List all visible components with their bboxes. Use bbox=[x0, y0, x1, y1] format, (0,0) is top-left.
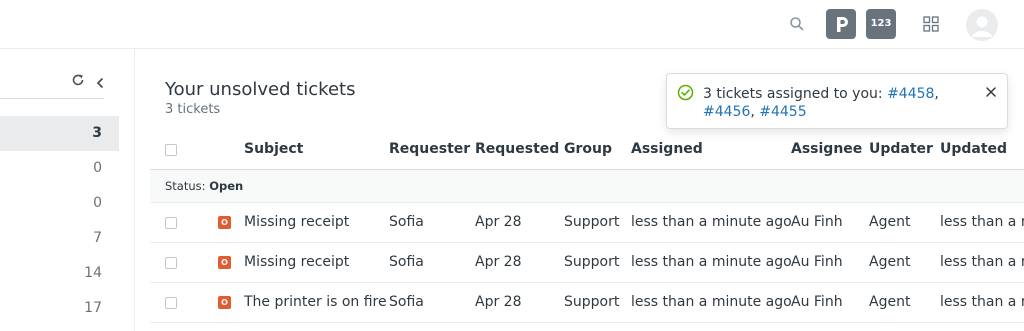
ticket-link-4455[interactable]: #4455 bbox=[759, 104, 806, 120]
sidebar-view-count[interactable]: 3 bbox=[0, 116, 119, 151]
column-header-updater[interactable]: Updater bbox=[869, 141, 933, 157]
toast-separator: , bbox=[750, 104, 755, 120]
group-header bbox=[150, 170, 1024, 203]
row-checkbox[interactable] bbox=[165, 297, 177, 309]
view-count: 0 bbox=[93, 160, 102, 176]
ticket-subject-link[interactable]: Missing receipt bbox=[244, 254, 349, 270]
updated-cell: less than a m bbox=[940, 254, 1024, 270]
updater-cell: Agent bbox=[869, 294, 911, 310]
ticket-link-4458[interactable]: #4458 bbox=[887, 86, 934, 102]
app-badge-button[interactable]: 123 bbox=[866, 9, 896, 39]
column-header-assigned[interactable]: Assigned bbox=[631, 141, 703, 157]
sidebar-view-count[interactable]: 7 bbox=[0, 221, 119, 256]
close-icon[interactable] bbox=[985, 86, 997, 98]
requested-cell: Apr 28 bbox=[475, 214, 522, 230]
view-count: 14 bbox=[84, 265, 102, 281]
user-avatar-icon[interactable] bbox=[966, 9, 998, 41]
assignee-cell: Au Finh bbox=[791, 214, 843, 230]
column-header-updated[interactable]: Updated bbox=[940, 141, 1007, 157]
ticket-link-4456[interactable]: #4456 bbox=[703, 104, 750, 120]
group-cell: Support bbox=[564, 254, 620, 270]
row-checkbox[interactable] bbox=[165, 217, 177, 229]
search-icon[interactable] bbox=[788, 15, 806, 33]
sidebar-view-count[interactable]: 0 bbox=[0, 151, 119, 186]
column-header-requested[interactable]: Requested bbox=[475, 141, 559, 157]
updated-cell: less than a m bbox=[940, 214, 1024, 230]
product-tray-p-icon[interactable] bbox=[826, 9, 856, 39]
updater-cell: Agent bbox=[869, 254, 911, 270]
group-cell: Support bbox=[564, 294, 620, 310]
assigned-cell: less than a minute ago bbox=[631, 214, 792, 230]
assigned-cell: less than a minute ago bbox=[631, 254, 792, 270]
column-header-subject[interactable]: Subject bbox=[244, 141, 303, 157]
requested-cell: Apr 28 bbox=[475, 294, 522, 310]
grid-icon[interactable] bbox=[922, 15, 940, 33]
ticket-subject-link[interactable]: The printer is on fire bbox=[244, 294, 387, 310]
assignee-cell: Au Finh bbox=[791, 294, 843, 310]
check-circle-icon bbox=[677, 84, 694, 101]
column-header-group[interactable]: Group bbox=[564, 141, 612, 157]
updater-cell: Agent bbox=[869, 214, 911, 230]
success-toast: 3 tickets assigned to you: #4458, #4456,… bbox=[666, 73, 1008, 129]
row-checkbox[interactable] bbox=[165, 257, 177, 269]
views-sidebar: 3 0 0 7 14 17 bbox=[0, 49, 135, 331]
column-header-assignee[interactable]: Assignee bbox=[791, 141, 862, 157]
group-cell: Support bbox=[564, 214, 620, 230]
column-header-requester[interactable]: Requester bbox=[389, 141, 470, 157]
ticket-subject-link[interactable]: Missing receipt bbox=[244, 214, 349, 230]
ticket-count: 3 tickets bbox=[165, 102, 221, 117]
top-bar: 123 bbox=[0, 0, 1024, 49]
select-all-checkbox[interactable] bbox=[165, 144, 177, 156]
requested-cell: Apr 28 bbox=[475, 254, 522, 270]
requester-cell: Sofia bbox=[389, 294, 424, 310]
toast-message-text: 3 tickets assigned to you: bbox=[703, 86, 883, 102]
group-prefix: Status: bbox=[165, 179, 206, 193]
view-count: 0 bbox=[93, 195, 102, 211]
status-badge: O bbox=[218, 256, 231, 269]
group-value: Open bbox=[209, 179, 244, 193]
sidebar-divider bbox=[0, 98, 104, 99]
toast-message: 3 tickets assigned to you: #4458, #4456,… bbox=[703, 85, 973, 121]
group-label: Status: Open bbox=[165, 179, 243, 193]
assignee-cell: Au Finh bbox=[791, 254, 843, 270]
sidebar-view-count[interactable]: 17 bbox=[0, 291, 119, 326]
requester-cell: Sofia bbox=[389, 254, 424, 270]
sidebar-view-count[interactable]: 14 bbox=[0, 256, 119, 291]
view-count: 3 bbox=[92, 125, 102, 141]
status-badge: O bbox=[218, 296, 231, 309]
chevron-left-icon[interactable] bbox=[95, 77, 105, 89]
view-count: 17 bbox=[84, 300, 102, 316]
requester-cell: Sofia bbox=[389, 214, 424, 230]
assigned-cell: less than a minute ago bbox=[631, 294, 792, 310]
view-count: 7 bbox=[93, 230, 102, 246]
status-badge: O bbox=[218, 216, 231, 229]
sidebar-view-count[interactable]: 0 bbox=[0, 186, 119, 221]
page-title: Your unsolved tickets bbox=[165, 79, 356, 100]
toast-separator: , bbox=[934, 86, 939, 102]
refresh-icon[interactable] bbox=[71, 73, 85, 87]
updated-cell: less than a m bbox=[940, 294, 1024, 310]
